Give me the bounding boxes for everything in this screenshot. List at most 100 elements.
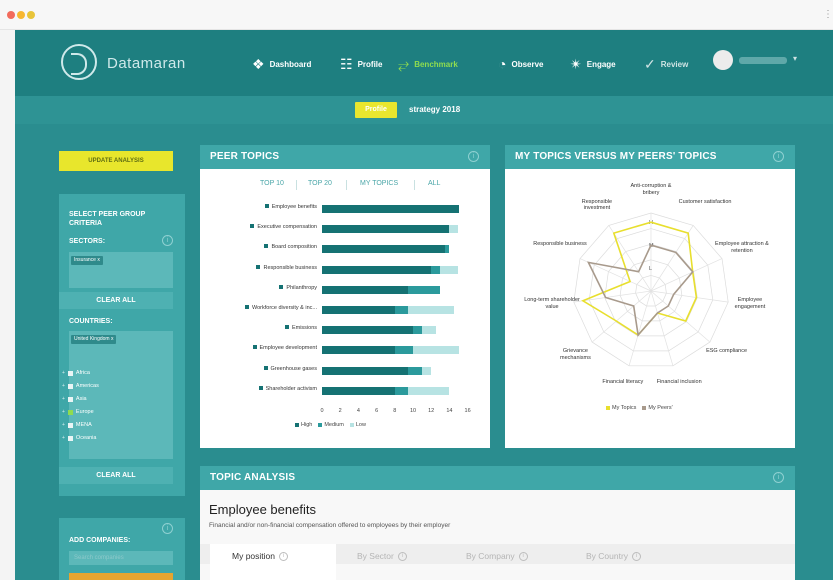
region-item-americas[interactable]: + Americas bbox=[62, 383, 99, 389]
tab-by-sector[interactable]: By Sector i bbox=[357, 551, 407, 561]
info-icon[interactable]: i bbox=[397, 551, 407, 561]
checkbox[interactable] bbox=[67, 435, 73, 441]
checkbox[interactable] bbox=[67, 422, 73, 428]
radar-series-my-peers[interactable] bbox=[586, 244, 694, 337]
topic-analysis-info-icon[interactable]: i bbox=[773, 472, 784, 483]
clear-countries-button[interactable]: CLEAR ALL bbox=[59, 467, 173, 484]
region-label: Americas bbox=[75, 383, 99, 389]
user-name-redacted[interactable] bbox=[739, 57, 787, 64]
region-label: MENA bbox=[75, 422, 92, 428]
nav-dashboard[interactable]: ❖ Dashboard bbox=[252, 56, 311, 73]
datamaran-logo-icon[interactable] bbox=[61, 44, 97, 80]
add-companies-info-icon[interactable]: i bbox=[162, 523, 173, 534]
region-item-africa[interactable]: + Africa bbox=[62, 370, 90, 376]
tab-by-country[interactable]: By Country i bbox=[586, 551, 642, 561]
bar-segment-high[interactable] bbox=[322, 245, 445, 254]
nav-profile[interactable]: ☷ Profile bbox=[340, 56, 382, 73]
tab-by-company[interactable]: By Company i bbox=[466, 551, 528, 561]
nav-review[interactable]: ✓ Review bbox=[644, 56, 688, 73]
checkbox-checked[interactable] bbox=[67, 409, 73, 415]
x-tick-label: 6 bbox=[375, 408, 379, 414]
bar-segment-high[interactable] bbox=[322, 225, 450, 234]
nav-observe[interactable]: ◔ Observe bbox=[498, 56, 544, 72]
legend-my-topics: My Topics bbox=[606, 405, 636, 411]
bar-segment-high[interactable] bbox=[322, 346, 395, 355]
bar-segment-medium[interactable] bbox=[413, 326, 423, 335]
bar-segment-high[interactable] bbox=[322, 366, 409, 375]
nav-profile-label: Profile bbox=[357, 60, 383, 69]
bar-segment-low[interactable] bbox=[440, 265, 459, 274]
update-analysis-button[interactable]: UPDATE ANALYSIS bbox=[59, 151, 173, 171]
add-companies-button[interactable] bbox=[69, 573, 173, 580]
maximize-window-icon[interactable] bbox=[27, 11, 35, 19]
sector-chip[interactable]: Insurance x bbox=[71, 256, 103, 265]
region-label: Europe bbox=[75, 409, 94, 415]
region-item-oceania[interactable]: + Oceania bbox=[62, 435, 96, 441]
tab-top-10[interactable]: TOP 10 bbox=[260, 180, 284, 187]
bar-segment-high[interactable] bbox=[322, 285, 409, 294]
nav-benchmark[interactable]: ⥂ Benchmark bbox=[398, 56, 458, 73]
close-window-icon[interactable] bbox=[7, 11, 15, 19]
radar-legend: My Topics My Peers' bbox=[606, 405, 673, 411]
region-label: Africa bbox=[75, 370, 90, 376]
bar-segment-medium[interactable] bbox=[408, 366, 423, 375]
tab-my-position[interactable]: My position i bbox=[232, 551, 288, 561]
bar-segment-low[interactable] bbox=[449, 225, 459, 234]
bar-segment-high[interactable] bbox=[322, 205, 459, 213]
info-icon[interactable]: i bbox=[518, 551, 528, 561]
bar-label: Shareholder activism bbox=[203, 385, 317, 392]
tab-top-20[interactable]: TOP 20 bbox=[308, 180, 332, 187]
region-item-mena[interactable]: + MENA bbox=[62, 422, 92, 428]
bar-segment-medium[interactable] bbox=[394, 306, 409, 314]
info-icon[interactable]: i bbox=[279, 551, 288, 561]
nav-engage-label: Engage bbox=[586, 60, 616, 69]
profile-icon: ☷ bbox=[340, 56, 353, 72]
checkbox[interactable] bbox=[67, 370, 73, 376]
bar-segment-medium[interactable] bbox=[444, 245, 450, 254]
checkbox[interactable] bbox=[67, 396, 73, 402]
peer-group-criteria-title: SELECT PEER GROUP CRITERIA bbox=[69, 211, 146, 227]
bar-segment-low[interactable] bbox=[413, 346, 459, 355]
radar-info-icon[interactable]: i bbox=[773, 151, 784, 162]
region-item-europe[interactable]: + Europe bbox=[62, 409, 94, 415]
radar-axis-label: Responsible investment bbox=[581, 198, 613, 212]
minimize-window-icon[interactable] bbox=[17, 11, 25, 19]
bar-segment-high[interactable] bbox=[322, 386, 395, 395]
brand-name: Datamaran bbox=[107, 55, 186, 72]
bar-segment-high[interactable] bbox=[322, 326, 413, 335]
x-tick-label: 0 bbox=[320, 408, 324, 414]
tab-my-topics[interactable]: MY TOPICS bbox=[360, 180, 398, 187]
x-tick-label: 4 bbox=[356, 408, 360, 414]
bar-segment-low[interactable] bbox=[408, 306, 454, 314]
bar-segment-medium[interactable] bbox=[394, 386, 409, 395]
window-menu-icon[interactable]: ⋮ bbox=[823, 10, 833, 20]
profile-tag[interactable]: Profile bbox=[355, 102, 397, 118]
bar-segment-medium[interactable] bbox=[394, 346, 413, 355]
radar-level-label: L bbox=[649, 266, 652, 272]
bar-segment-low[interactable] bbox=[422, 326, 436, 335]
region-item-asia[interactable]: + Asia bbox=[62, 396, 87, 402]
user-menu-chevron-icon[interactable]: ▾ bbox=[793, 54, 797, 63]
radar-axis-label: Employee engagement bbox=[734, 297, 766, 310]
remove-chip-icon[interactable]: x bbox=[111, 336, 114, 342]
peer-topics-info-icon[interactable]: i bbox=[468, 151, 479, 162]
sectors-info-icon[interactable]: i bbox=[162, 235, 173, 246]
info-icon[interactable]: i bbox=[632, 551, 642, 561]
bar-segment-medium[interactable] bbox=[431, 265, 441, 274]
bar-segment-medium[interactable] bbox=[408, 285, 441, 294]
checkbox[interactable] bbox=[67, 383, 73, 389]
bar-segment-high[interactable] bbox=[322, 265, 432, 274]
country-chip[interactable]: United Kingdom x bbox=[71, 335, 117, 344]
add-companies-input[interactable]: Search companies bbox=[69, 551, 173, 565]
bar-label: Workforce diversity & inc... bbox=[203, 305, 317, 311]
bar-segment-high[interactable] bbox=[322, 306, 395, 314]
clear-sectors-button[interactable]: CLEAR ALL bbox=[59, 292, 173, 309]
strategy-label[interactable]: strategy 2018 bbox=[409, 105, 460, 114]
bar-label: Employee benefits bbox=[203, 204, 317, 210]
remove-chip-icon[interactable]: x bbox=[97, 257, 100, 263]
bar-segment-low[interactable] bbox=[422, 366, 432, 375]
nav-engage[interactable]: ✴ Engage bbox=[570, 56, 616, 73]
user-avatar[interactable] bbox=[713, 50, 733, 70]
bar-segment-low[interactable] bbox=[408, 386, 450, 395]
tab-all[interactable]: ALL bbox=[428, 180, 440, 187]
